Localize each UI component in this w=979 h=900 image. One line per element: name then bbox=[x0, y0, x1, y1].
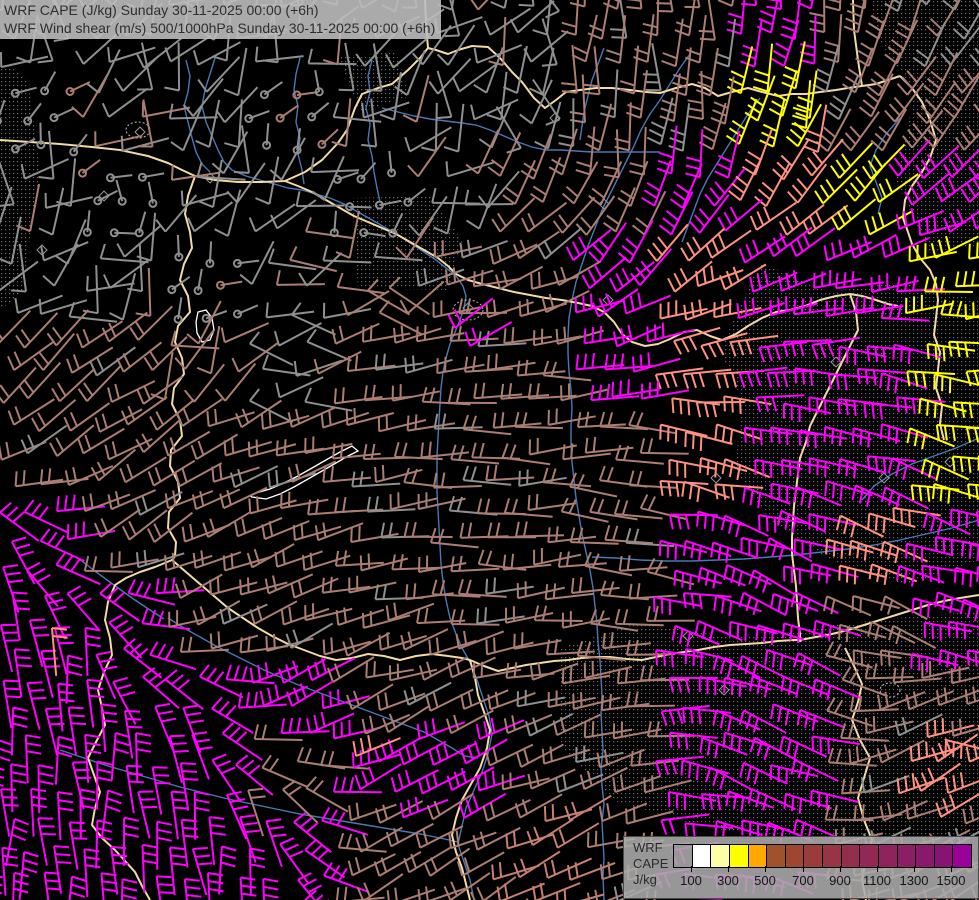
colorbar-cell bbox=[785, 845, 805, 867]
tick-label: 300 bbox=[717, 873, 739, 888]
colorbar-cell bbox=[916, 845, 935, 867]
colorbar-cell bbox=[823, 845, 842, 867]
colorbar-tick bbox=[728, 866, 729, 872]
colorbar-tick bbox=[840, 866, 841, 872]
legend-label: WRF CAPE J/kg bbox=[633, 840, 668, 888]
colorbar-tick bbox=[914, 866, 915, 872]
colorbar-cell bbox=[860, 845, 879, 867]
tick-label: 1100 bbox=[863, 873, 891, 888]
colorbar-cell bbox=[953, 845, 971, 867]
tick-label: 900 bbox=[829, 873, 851, 888]
colorbar-cell bbox=[674, 845, 693, 867]
colorbar-cell bbox=[804, 845, 823, 867]
colorbar-cell bbox=[711, 845, 730, 867]
cape-colorbar bbox=[673, 844, 972, 868]
tick-label: 700 bbox=[792, 873, 814, 888]
weather-map-page: WRF CAPE (J/kg) Sunday 30-11-2025 00:00 … bbox=[0, 0, 979, 900]
colorbar-cell bbox=[748, 845, 768, 867]
colorbar-tick bbox=[691, 866, 692, 872]
colorbar-cell bbox=[934, 845, 954, 867]
tick-label: 100 bbox=[680, 873, 702, 888]
colorbar-cell bbox=[897, 845, 917, 867]
tick-label: 1500 bbox=[936, 873, 966, 888]
colorbar-cell bbox=[841, 845, 861, 867]
colorbar-cell bbox=[767, 845, 786, 867]
colorbar-cell bbox=[729, 845, 749, 867]
title-line-shear: WRF Wind shear (m/s) 500/1000hPa Sunday … bbox=[4, 20, 436, 36]
legend-label-cape: CAPE bbox=[633, 856, 669, 871]
map-title: WRF CAPE (J/kg) Sunday 30-11-2025 00:00 … bbox=[0, 0, 442, 39]
legend-label-unit: J/kg bbox=[633, 872, 657, 887]
cape-legend: WRF CAPE J/kg 100 300 500 700 900 1100 1… bbox=[623, 836, 979, 899]
legend-label-wrf: WRF bbox=[633, 840, 663, 855]
colorbar-tick bbox=[765, 866, 766, 872]
calm-wind-circle bbox=[0, 117, 2, 125]
colorbar-cell bbox=[692, 845, 712, 867]
tick-label: 1300 bbox=[899, 873, 929, 888]
colorbar-tick bbox=[951, 866, 952, 872]
colorbar-tick bbox=[877, 866, 878, 872]
tick-label: 500 bbox=[754, 873, 776, 888]
colorbar-tick bbox=[803, 866, 804, 872]
title-line-cape: WRF CAPE (J/kg) Sunday 30-11-2025 00:00 … bbox=[4, 2, 319, 18]
colorbar-cell bbox=[878, 845, 898, 867]
weather-map-canvas bbox=[0, 0, 979, 900]
